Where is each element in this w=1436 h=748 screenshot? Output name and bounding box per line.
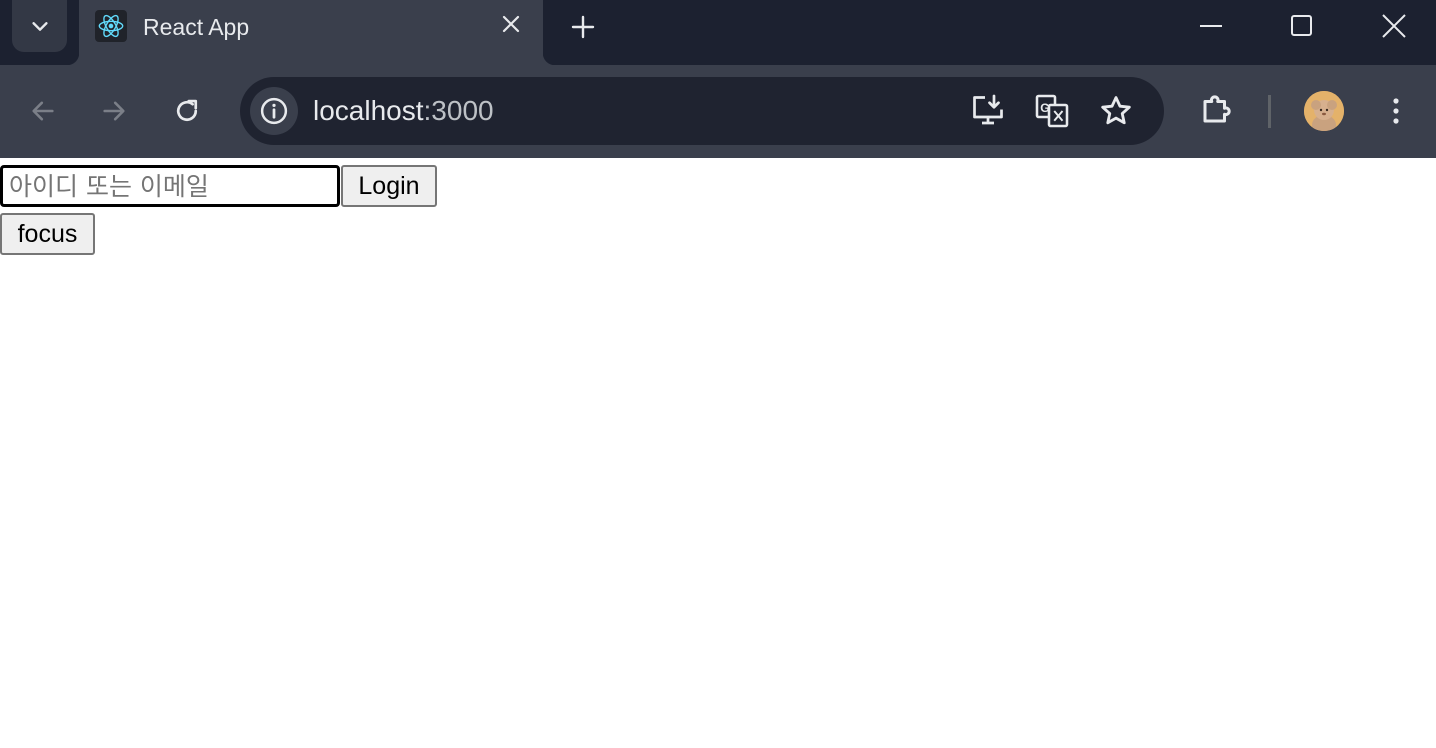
tab-strip: React App (0, 0, 1436, 65)
profile-avatar[interactable] (1304, 91, 1344, 131)
url-text: localhost:3000 (313, 95, 494, 127)
address-bar[interactable]: localhost:3000 G (240, 77, 1164, 145)
avatar-icon (1304, 91, 1344, 131)
svg-text:G: G (1040, 101, 1049, 115)
login-button[interactable]: Login (341, 165, 437, 207)
reload-icon (176, 99, 198, 122)
url-host: localhost (313, 95, 424, 126)
back-button[interactable] (23, 91, 63, 131)
close-icon (1382, 14, 1406, 38)
focus-button[interactable]: focus (0, 213, 95, 255)
star-icon (1101, 96, 1131, 125)
info-icon (260, 97, 288, 125)
tab-search-button[interactable] (12, 0, 67, 52)
minimize-icon (1200, 25, 1222, 27)
kebab-menu-icon (1393, 98, 1399, 124)
browser-chrome: React App localhost:3000 G (0, 0, 1436, 158)
bookmark-button[interactable] (1096, 91, 1136, 131)
plus-icon (571, 15, 595, 39)
toolbar-divider (1268, 95, 1271, 128)
chevron-down-icon (31, 22, 48, 31)
translate-icon: G (1035, 94, 1069, 128)
url-port: :3000 (423, 95, 494, 126)
tab-title: React App (143, 14, 250, 40)
page-content: Login focus (0, 158, 1436, 748)
translate-button[interactable]: G (1032, 91, 1072, 131)
maximize-button[interactable] (1279, 4, 1325, 48)
new-tab-button[interactable] (566, 10, 600, 44)
minimize-button[interactable] (1188, 4, 1234, 48)
browser-menu-button[interactable] (1376, 91, 1416, 131)
close-window-button[interactable] (1371, 4, 1417, 48)
tab-active[interactable]: React App (67, 0, 555, 65)
id-or-email-input[interactable] (0, 165, 340, 207)
puzzle-icon (1203, 95, 1231, 123)
react-logo-icon (95, 10, 127, 42)
maximize-icon (1291, 15, 1312, 36)
arrow-right-icon (103, 101, 125, 121)
reload-button[interactable] (167, 91, 207, 131)
install-icon (973, 94, 1003, 125)
install-app-button[interactable] (968, 91, 1008, 131)
arrow-left-icon (32, 101, 54, 121)
forward-button[interactable] (94, 91, 134, 131)
site-info-button[interactable] (250, 87, 298, 135)
browser-toolbar: localhost:3000 G (0, 65, 1436, 158)
close-icon (502, 15, 520, 33)
tab-close-button[interactable] (497, 10, 525, 38)
extensions-button[interactable] (1197, 89, 1237, 129)
